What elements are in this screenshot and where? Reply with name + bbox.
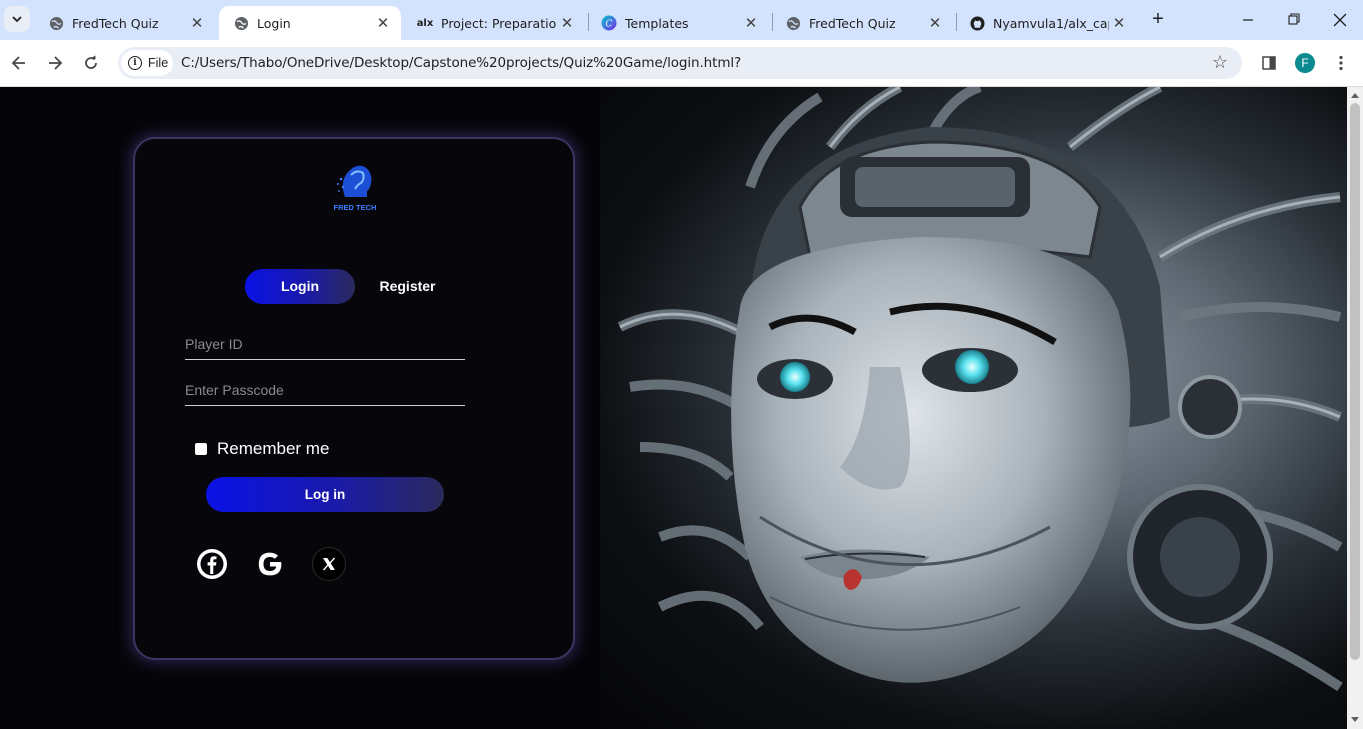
facebook-icon bbox=[197, 549, 227, 579]
github-icon bbox=[969, 15, 985, 31]
passcode-input[interactable] bbox=[185, 374, 465, 405]
browser-menu-button[interactable] bbox=[1329, 51, 1353, 75]
scroll-up-icon[interactable] bbox=[1351, 93, 1359, 98]
close-window-button[interactable] bbox=[1328, 8, 1352, 32]
login-tab-button[interactable]: Login bbox=[245, 269, 355, 304]
alx-icon: alx bbox=[416, 15, 434, 31]
head-logo-icon bbox=[337, 165, 372, 197]
browser-toolbar: i File C:/Users/Thabo/OneDrive/Desktop/C… bbox=[0, 40, 1363, 87]
chevron-down-icon bbox=[12, 16, 22, 23]
arrow-left-icon bbox=[11, 56, 25, 70]
tab-strip: FredTech Quiz ✕ Login ✕ alx Project: Pre… bbox=[0, 0, 1363, 40]
new-tab-button[interactable]: + bbox=[1147, 9, 1169, 31]
tab-title: Project: Preparation f bbox=[441, 15, 557, 31]
info-icon: i bbox=[128, 56, 142, 70]
close-icon bbox=[1333, 13, 1347, 27]
url-text[interactable]: C:/Users/Thabo/OneDrive/Desktop/Capstone… bbox=[181, 55, 741, 71]
reload-button[interactable] bbox=[79, 51, 103, 75]
player-id-input[interactable] bbox=[185, 328, 465, 359]
tab-project-preparation[interactable]: alx Project: Preparation f ✕ bbox=[403, 6, 585, 40]
site-info-label: File bbox=[148, 56, 169, 70]
passcode-field-wrapper bbox=[185, 374, 465, 406]
globe-icon bbox=[233, 15, 249, 31]
close-tab-icon[interactable]: ✕ bbox=[925, 14, 945, 32]
forward-button[interactable] bbox=[43, 51, 67, 75]
register-tab-button[interactable]: Register bbox=[355, 269, 460, 304]
back-button[interactable] bbox=[7, 51, 31, 75]
alx-badge-text: alx bbox=[416, 17, 434, 29]
tab-templates[interactable]: C Templates ✕ bbox=[587, 6, 769, 40]
robot-face-illustration bbox=[617, 87, 1343, 692]
remember-me-checkbox[interactable] bbox=[195, 443, 207, 455]
close-tab-icon[interactable]: ✕ bbox=[557, 14, 577, 32]
close-tab-icon[interactable]: ✕ bbox=[187, 14, 207, 32]
kebab-menu-icon bbox=[1339, 55, 1343, 71]
tab-title: Login bbox=[257, 15, 291, 31]
restore-button[interactable] bbox=[1282, 8, 1306, 32]
page-viewport: FRED TECH Login Register Remember me Log… bbox=[0, 87, 1347, 729]
minimize-icon bbox=[1243, 19, 1253, 21]
tab-github-repo[interactable]: Nyamvula1/alx_capst ✕ bbox=[955, 6, 1137, 40]
tab-title: Templates bbox=[625, 15, 689, 31]
google-icon bbox=[258, 552, 282, 576]
canva-icon: C bbox=[601, 15, 617, 31]
fred-tech-logo: FRED TECH bbox=[327, 161, 383, 217]
side-panel-button[interactable] bbox=[1257, 51, 1281, 75]
tab-title: FredTech Quiz bbox=[809, 15, 896, 31]
site-info-chip[interactable]: i File bbox=[121, 50, 173, 76]
auth-toggle: Login Register bbox=[245, 269, 465, 304]
remember-me-row: Remember me bbox=[195, 439, 329, 459]
profile-avatar[interactable]: F bbox=[1295, 53, 1315, 73]
google-login-button[interactable] bbox=[253, 547, 287, 581]
tab-title: FredTech Quiz bbox=[72, 15, 159, 31]
address-bar[interactable]: i File C:/Users/Thabo/OneDrive/Desktop/C… bbox=[118, 47, 1242, 79]
scrollbar-thumb[interactable] bbox=[1350, 103, 1360, 660]
login-card: FRED TECH Login Register Remember me Log… bbox=[133, 137, 575, 660]
globe-icon bbox=[785, 15, 801, 31]
remember-me-label: Remember me bbox=[217, 439, 330, 458]
x-login-button[interactable] bbox=[312, 547, 346, 581]
log-in-button[interactable]: Log in bbox=[206, 477, 444, 512]
side-panel-icon bbox=[1262, 56, 1276, 70]
x-icon bbox=[322, 557, 336, 571]
tab-fredtech-quiz-1[interactable]: FredTech Quiz ✕ bbox=[34, 6, 215, 40]
close-tab-icon[interactable]: ✕ bbox=[741, 14, 761, 32]
close-tab-icon[interactable]: ✕ bbox=[1109, 14, 1129, 32]
scroll-down-icon[interactable] bbox=[1351, 717, 1359, 722]
minimize-button[interactable] bbox=[1236, 8, 1260, 32]
tab-fredtech-quiz-2[interactable]: FredTech Quiz ✕ bbox=[771, 6, 953, 40]
restore-icon bbox=[1288, 13, 1300, 25]
tab-login[interactable]: Login ✕ bbox=[219, 6, 401, 40]
robot-hero-image bbox=[600, 87, 1347, 729]
tab-title: Nyamvula1/alx_capst bbox=[993, 15, 1109, 31]
logo-text: FRED TECH bbox=[333, 203, 377, 212]
globe-icon bbox=[48, 15, 64, 31]
page-scrollbar[interactable] bbox=[1347, 87, 1363, 729]
tab-search-button[interactable] bbox=[4, 6, 30, 32]
player-id-field-wrapper bbox=[185, 328, 465, 360]
svg-text:C: C bbox=[606, 20, 613, 30]
bookmark-star-icon[interactable]: ☆ bbox=[1212, 52, 1228, 73]
arrow-right-icon bbox=[49, 56, 63, 70]
close-tab-icon[interactable]: ✕ bbox=[373, 14, 393, 32]
reload-icon bbox=[85, 55, 97, 69]
facebook-login-button[interactable] bbox=[195, 547, 229, 581]
